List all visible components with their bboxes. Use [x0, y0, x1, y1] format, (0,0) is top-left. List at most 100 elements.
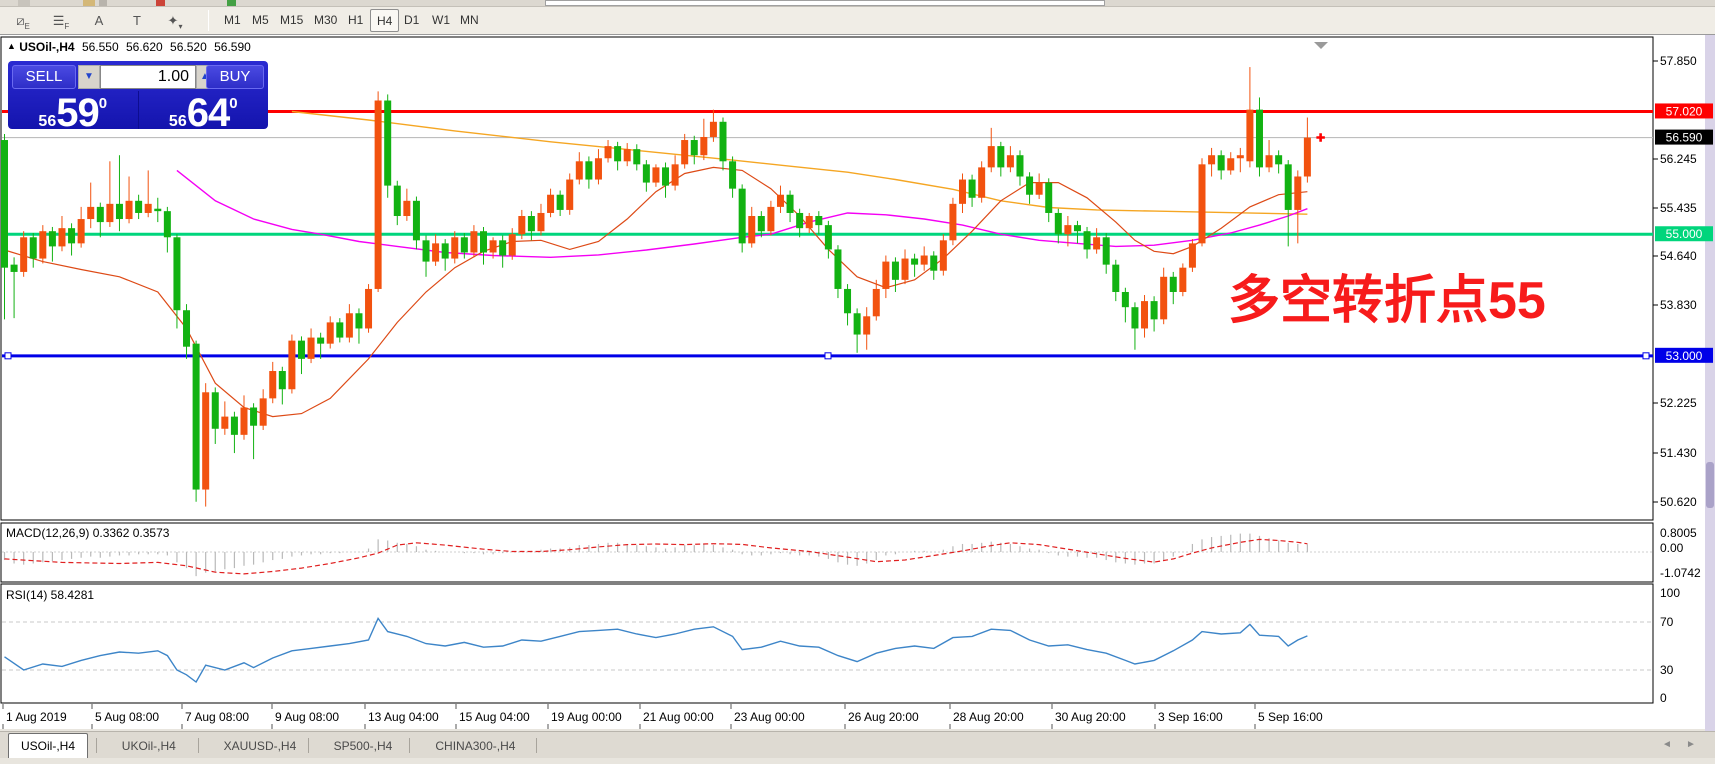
candle-body: [777, 195, 784, 207]
candle-body: [154, 209, 161, 211]
candle-body: [106, 204, 113, 222]
rsi-axis-label: 0: [1660, 691, 1667, 705]
candle-body: [1007, 155, 1014, 167]
candle-body: [1093, 237, 1100, 249]
candle-body: [97, 207, 104, 222]
buy-price-pip: 0: [229, 95, 237, 112]
candle-body: [1151, 301, 1158, 319]
candle-body: [1055, 213, 1062, 234]
candle-body: [1036, 183, 1043, 195]
candle-body: [1246, 110, 1253, 162]
candle-body: [135, 201, 142, 213]
price-badge-label: 56.590: [1666, 131, 1703, 145]
candle-body: [1103, 237, 1110, 264]
candle-body: [509, 234, 516, 255]
candle-body: [1285, 164, 1292, 210]
candle-body: [1218, 155, 1225, 170]
buy-button[interactable]: BUY: [206, 65, 264, 89]
candle-body: [49, 231, 56, 246]
candle-body: [585, 161, 592, 179]
ohlc-high: 56.620: [126, 40, 163, 54]
candle-body: [470, 231, 477, 252]
candle-body: [959, 180, 966, 204]
time-axis-label: 5 Aug 08:00: [95, 710, 159, 724]
candle-body: [767, 207, 774, 231]
price-badge-label: 57.020: [1666, 104, 1703, 118]
candle-body: [499, 240, 506, 255]
tab-separator: [96, 738, 97, 753]
chart-tab-sp500h4[interactable]: SP500-,H4: [322, 734, 405, 758]
time-axis-label: 1 Aug 2019: [6, 710, 67, 724]
rsi-plot-area: [1, 584, 1653, 703]
candle-body: [930, 256, 937, 271]
price-axis-label: 54.640: [1660, 249, 1697, 263]
candle-body: [39, 231, 46, 258]
line-handle[interactable]: [5, 353, 11, 359]
line-handle[interactable]: [1643, 353, 1649, 359]
candle-body: [480, 231, 487, 252]
sell-price-handle: 56: [38, 113, 56, 130]
candle-body: [1189, 243, 1196, 267]
candle-body: [336, 322, 343, 337]
buy-price-main: 64: [187, 91, 230, 135]
candle-body: [241, 407, 248, 434]
candle-body: [643, 164, 650, 182]
candle-body: [490, 240, 497, 252]
candle-body: [78, 219, 85, 243]
symbol-title: USOil-,H4: [19, 40, 74, 54]
candle-body: [662, 167, 669, 185]
macd-axis-label: 0.00: [1660, 541, 1684, 555]
volume-input[interactable]: [100, 65, 196, 89]
candle-body: [700, 137, 707, 155]
chart-tab-xauusdh4[interactable]: XAUUSD-,H4: [212, 734, 309, 758]
sell-price-main: 59: [56, 91, 99, 135]
candle-body: [566, 180, 573, 210]
line-handle[interactable]: [825, 353, 831, 359]
candle-body: [882, 262, 889, 289]
candle-body: [269, 371, 276, 398]
candle-body: [834, 249, 841, 289]
price-badge-label: 55.000: [1666, 227, 1703, 241]
scrollbar-thumb[interactable]: [1706, 462, 1714, 508]
candle-body: [317, 338, 324, 344]
candle-body: [1208, 155, 1215, 164]
candle-body: [787, 195, 794, 213]
chart-tab-china300h4[interactable]: CHINA300-,H4: [423, 734, 527, 758]
time-axis-label: 19 Aug 00:00: [551, 710, 622, 724]
candle-body: [969, 180, 976, 198]
buy-price[interactable]: 56640: [139, 91, 269, 129]
tab-scroll-right-icon[interactable]: ►: [1686, 739, 1696, 750]
price-axis-label: 51.430: [1660, 446, 1697, 460]
sell-price-pip: 0: [99, 95, 107, 112]
chart-tab-usoilh4[interactable]: USOil-,H4: [8, 733, 88, 759]
candle-body: [442, 243, 449, 258]
candle-body: [691, 140, 698, 155]
sell-button[interactable]: SELL: [12, 65, 76, 89]
candle-body: [729, 161, 736, 188]
tab-separator: [409, 738, 410, 753]
price-axis-label: 50.620: [1660, 495, 1697, 509]
time-axis-label: 13 Aug 04:00: [368, 710, 439, 724]
candle-body: [308, 338, 315, 359]
candle-body: [1045, 183, 1052, 213]
candle-body: [365, 289, 372, 329]
candle-body: [815, 216, 822, 225]
chart-tab-ukoilh4[interactable]: UKOil-,H4: [110, 734, 188, 758]
candle-body: [231, 417, 238, 435]
candle-body: [576, 161, 583, 179]
tab-separator: [198, 738, 199, 753]
volume-decrease-button[interactable]: ▼: [78, 65, 100, 89]
candle-body: [614, 146, 621, 161]
candle-body: [260, 398, 267, 425]
sell-price[interactable]: 56590: [8, 91, 139, 129]
candle-body: [844, 289, 851, 313]
candle-body: [327, 322, 334, 343]
time-axis-label: 30 Aug 20:00: [1055, 710, 1126, 724]
tab-scroll-left-icon[interactable]: ◄: [1662, 739, 1672, 750]
candle-body: [298, 341, 305, 359]
mt4-application: ⧄E☰FAT✦▾M1M5M15M30H1H4D1W1MN 57.02056.59…: [0, 0, 1715, 764]
candle-body: [624, 149, 631, 161]
candle-body: [681, 140, 688, 164]
candle-body: [605, 146, 612, 158]
candle-body: [988, 146, 995, 167]
